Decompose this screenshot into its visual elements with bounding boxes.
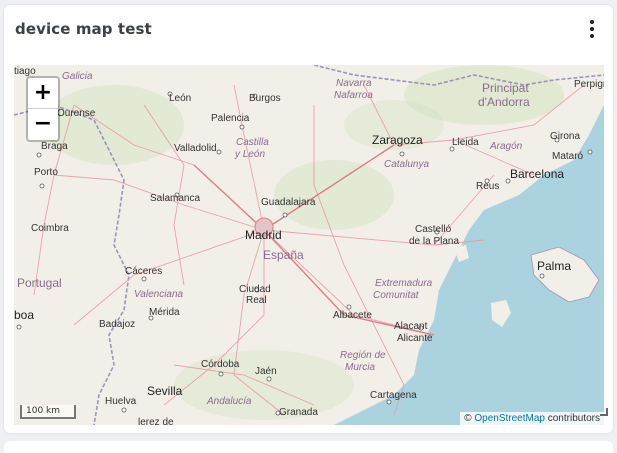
region-label: Catalunya	[384, 159, 430, 170]
city-label: Albacete	[333, 310, 372, 321]
city-label: Reus	[476, 181, 500, 192]
city-label: Barcelona	[510, 167, 565, 181]
map-attribution: © OpenStreetMap contributors	[460, 412, 604, 425]
city-label: Sevilla	[147, 384, 183, 398]
map-widget-card: device map test tiago Galicia Navarra Na…	[4, 5, 613, 433]
city-label: Granada	[279, 407, 318, 418]
city-label: Girona	[550, 131, 581, 142]
kebab-dot	[590, 27, 594, 31]
region-label: Nafarroa	[334, 90, 373, 101]
city-label: Ciudad	[239, 284, 271, 295]
resize-handle-icon[interactable]	[600, 408, 608, 416]
city-label: Porto	[34, 167, 58, 178]
kebab-dot	[590, 34, 594, 38]
city-label: Ourense	[57, 108, 96, 119]
city-label: boa	[14, 308, 35, 322]
city-label: Huelva	[105, 396, 137, 407]
city-label: León	[169, 93, 192, 104]
city-label: Alacant	[394, 321, 428, 332]
city-label: Zaragoza	[372, 133, 423, 147]
city-label: Madrid	[245, 228, 282, 242]
zoom-in-button[interactable]: +	[28, 78, 58, 109]
copyright-symbol: ©	[464, 413, 472, 424]
region-label: Galicia	[62, 71, 93, 82]
city-label: Cartagena	[370, 390, 417, 401]
region-label: Castilla	[236, 137, 269, 148]
region-label: Comunitat	[373, 290, 419, 301]
country-label: Principat	[482, 81, 529, 95]
country-label: España	[263, 248, 304, 262]
city-label: Burgos	[249, 93, 281, 104]
region-label: Valenciana	[134, 289, 184, 300]
zoom-out-button[interactable]: −	[28, 109, 58, 139]
region-label: Región de	[340, 350, 386, 361]
scale-bar: 100 km	[20, 405, 76, 419]
city-label: Valladolid	[174, 143, 217, 154]
openstreetmap-link[interactable]: OpenStreetMap	[474, 413, 545, 424]
region-label: Andalucía	[207, 396, 252, 407]
city-label: Coimbra	[31, 223, 69, 234]
next-widget-card	[4, 441, 613, 453]
city-label: Palencia	[211, 113, 250, 124]
city-label: Mataró	[552, 151, 584, 162]
zoom-control: + −	[26, 76, 60, 142]
region-label: Extremadura	[375, 278, 433, 289]
city-label: Palma	[537, 259, 572, 273]
city-label: Jaén	[255, 366, 277, 377]
region-label: y León	[235, 149, 266, 160]
city-label: Perpign	[574, 79, 604, 90]
city-label: lerez de	[138, 417, 174, 425]
attribution-suffix: contributors	[544, 413, 600, 424]
map-tiles	[14, 65, 604, 425]
widget-menu-button[interactable]	[582, 17, 602, 43]
city-label: Cáceres	[125, 266, 163, 277]
city-label: Braga	[41, 141, 68, 152]
city-label: Guadalajara	[261, 197, 316, 208]
city-label: Lleida	[452, 137, 479, 148]
city-label: Castelló	[415, 224, 452, 235]
region-label: Aragón	[490, 141, 523, 152]
region-label: Murcia	[345, 362, 376, 373]
city-label: Salamanca	[150, 193, 201, 204]
region-label: Navarra	[336, 78, 372, 89]
widget-title: device map test	[15, 20, 152, 38]
country-label: d'Andorra	[478, 95, 530, 109]
city-label: Alicante	[397, 333, 433, 344]
kebab-vertical-icon	[590, 20, 594, 24]
city-label: de la Plana	[409, 236, 460, 247]
city-label: Real	[246, 295, 267, 306]
city-label: Badajoz	[99, 319, 136, 330]
country-label: Portugal	[17, 276, 62, 290]
city-label: Mérida	[149, 307, 180, 318]
map-viewport[interactable]: tiago Galicia Navarra Nafarroa Principat…	[14, 65, 604, 425]
city-label: Córdoba	[201, 359, 240, 370]
